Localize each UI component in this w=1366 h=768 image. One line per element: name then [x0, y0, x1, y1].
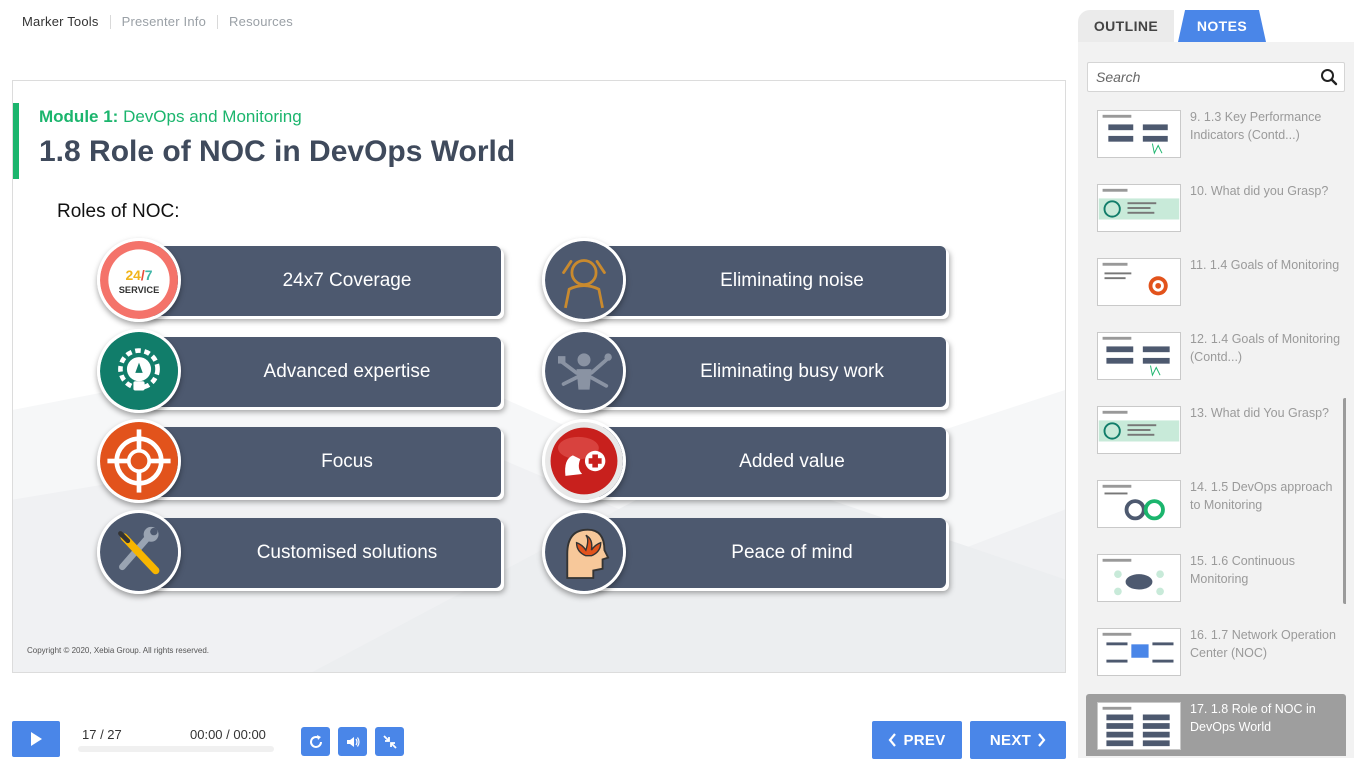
role-peace-of-mind: Peace of mind — [542, 510, 952, 598]
collapse-icon — [382, 734, 397, 749]
role-label: 24x7 Coverage — [282, 270, 412, 291]
sidebar-scrollbar[interactable] — [1343, 398, 1346, 604]
list-item-label: 15. 1.6 Continuous Monitoring — [1190, 554, 1295, 586]
slide-thumbnail — [1097, 480, 1181, 528]
play-button[interactable] — [12, 721, 60, 757]
list-item-label: 17. 1.8 Role of NOC in DevOps World — [1190, 702, 1316, 734]
course-player: Marker Tools Presenter Info Resources Mo… — [0, 0, 1366, 768]
role-24x7-coverage: 24x7 Coverage 24/7 SERVICE — [97, 238, 507, 326]
wrench-screwdriver-icon — [97, 510, 181, 594]
multitasking-person-icon — [542, 329, 626, 413]
slide-subtitle: Roles of NOC: — [57, 201, 180, 222]
slide-thumbnail — [1097, 258, 1181, 306]
24-7-service-icon: 24/7 SERVICE — [97, 238, 181, 322]
copyright-text: Copyright © 2020, Xebia Group. All right… — [27, 646, 209, 655]
stressed-person-icon — [542, 238, 626, 322]
module-heading: Module 1: DevOps and Monitoring — [39, 107, 302, 126]
volume-icon — [346, 736, 360, 747]
slide-thumbnail — [1097, 628, 1181, 676]
progress-bar[interactable] — [78, 746, 274, 752]
role-label: Focus — [321, 451, 373, 472]
replay-icon — [309, 734, 322, 748]
list-item-label: 10. What did you Grasp? — [1190, 184, 1329, 198]
volume-button[interactable] — [338, 727, 367, 756]
list-item-label: 13. What did You Grasp? — [1190, 406, 1329, 420]
role-label: Peace of mind — [731, 542, 853, 563]
list-item[interactable]: 15. 1.6 Continuous Monitoring — [1086, 546, 1346, 618]
tab-outline[interactable]: OUTLINE — [1078, 10, 1174, 42]
role-advanced-expertise: Advanced expertise — [97, 329, 507, 417]
list-item-label: 16. 1.7 Network Operation Center (NOC) — [1190, 628, 1336, 660]
target-icon — [97, 419, 181, 503]
search-icon[interactable] — [1320, 68, 1338, 86]
role-added-value: Added value — [542, 419, 952, 507]
list-item-active[interactable]: 17. 1.8 Role of NOC in DevOps World — [1086, 694, 1346, 756]
playback-time: 00:00 / 00:00 — [190, 727, 266, 742]
next-label: NEXT — [989, 731, 1032, 749]
list-item[interactable]: 11. 1.4 Goals of Monitoring — [1086, 250, 1346, 322]
next-button[interactable]: NEXT — [970, 721, 1066, 759]
lotus-head-icon — [542, 510, 626, 594]
title-accent-bar — [13, 103, 19, 179]
slide-thumbnail — [1097, 110, 1181, 158]
sidebar: OUTLINE NOTES 9. 1.3 Key Performance Ind… — [1078, 10, 1354, 758]
slide-title: 1.8 Role of NOC in DevOps World — [39, 135, 516, 168]
top-nav: Marker Tools Presenter Info Resources — [22, 12, 304, 32]
slide-thumbnail — [1097, 184, 1181, 232]
marker-tools-link[interactable]: Marker Tools — [22, 15, 110, 29]
chevron-right-icon — [1038, 733, 1046, 747]
prev-button[interactable]: PREV — [872, 721, 962, 759]
role-label: Advanced expertise — [263, 361, 431, 382]
list-item[interactable]: 13. What did You Grasp? — [1086, 398, 1346, 470]
slide-canvas: Module 1: DevOps and Monitoring 1.8 Role… — [12, 80, 1066, 673]
role-eliminating-busy-work: Eliminating busy work — [542, 329, 952, 417]
presenter-info-link[interactable]: Presenter Info — [109, 15, 217, 29]
slide-thumbnail — [1097, 702, 1181, 750]
chevron-left-icon — [889, 733, 897, 747]
collapse-button[interactable] — [375, 727, 404, 756]
sidebar-tabs: OUTLINE NOTES — [1078, 10, 1354, 42]
slide-counter: 17 / 27 — [82, 727, 122, 742]
role-label: Added value — [739, 451, 845, 472]
tab-notes[interactable]: NOTES — [1178, 10, 1266, 42]
resources-link[interactable]: Resources — [217, 15, 304, 29]
role-label: Eliminating noise — [720, 270, 864, 291]
play-icon — [31, 732, 42, 746]
slide-thumbnail — [1097, 554, 1181, 602]
list-item[interactable]: 10. What did you Grasp? — [1086, 176, 1346, 248]
list-item[interactable]: 16. 1.7 Network Operation Center (NOC) — [1086, 620, 1346, 692]
slide-thumbnail — [1097, 332, 1181, 380]
hand-plus-icon — [542, 419, 626, 503]
list-item[interactable]: 9. 1.3 Key Performance Indicators (Contd… — [1086, 104, 1346, 174]
slide-outline-list: 9. 1.3 Key Performance Indicators (Contd… — [1086, 104, 1346, 756]
list-item[interactable]: 14. 1.5 DevOps approach to Monitoring — [1086, 472, 1346, 544]
search-input[interactable] — [1096, 67, 1316, 87]
slide-thumbnail — [1097, 406, 1181, 454]
list-item-label: 11. 1.4 Goals of Monitoring — [1190, 258, 1340, 272]
role-label: Customised solutions — [256, 542, 438, 563]
list-item-label: 12. 1.4 Goals of Monitoring (Contd...) — [1190, 332, 1341, 364]
role-customised-solutions: Customised solutions — [97, 510, 507, 598]
role-label: Eliminating busy work — [700, 361, 884, 382]
replay-button[interactable] — [301, 727, 330, 756]
list-item[interactable]: 12. 1.4 Goals of Monitoring (Contd...) — [1086, 324, 1346, 396]
search-field — [1087, 62, 1345, 92]
role-eliminating-noise: Eliminating noise — [542, 238, 952, 326]
prev-label: PREV — [903, 731, 946, 749]
svg-text:SERVICE: SERVICE — [119, 285, 160, 295]
lightbulb-gear-icon — [97, 329, 181, 413]
role-focus: Focus — [97, 419, 507, 507]
list-item-label: 9. 1.3 Key Performance Indicators (Contd… — [1190, 110, 1322, 142]
list-item-label: 14. 1.5 DevOps approach to Monitoring — [1190, 480, 1333, 512]
svg-text:24/7: 24/7 — [125, 267, 152, 283]
